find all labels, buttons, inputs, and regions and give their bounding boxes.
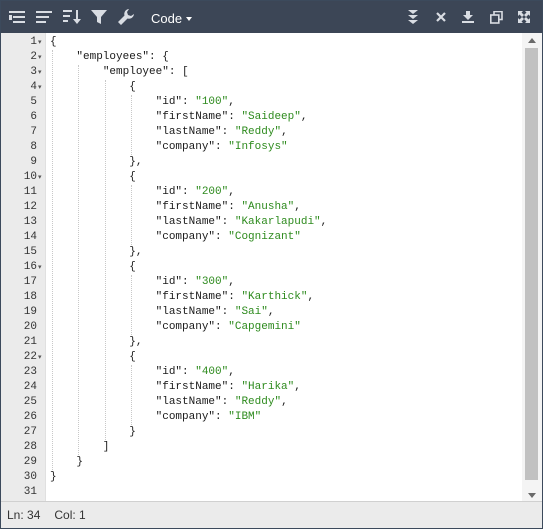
code-line: { (50, 351, 136, 363)
line-number: 7 (30, 126, 37, 138)
chevron-down-icon (186, 16, 193, 21)
code-line: "lastName": "Kakarlapudi", (155, 216, 328, 228)
fullscreen-icon[interactable] (513, 6, 535, 28)
line-number: 19 (23, 306, 37, 318)
scrollbar-thumb[interactable] (525, 48, 538, 480)
code-line: "firstName": "Karthick", (155, 291, 315, 303)
mode-dropdown[interactable]: Code (151, 9, 193, 27)
line-number: 9 (30, 156, 37, 168)
fold-toggle-icon[interactable]: ▾ (38, 170, 44, 185)
filter-icon[interactable] (88, 6, 110, 28)
scroll-down-button[interactable] (522, 488, 542, 502)
transform-icon[interactable] (402, 6, 424, 28)
code-line: "company": "Capgemini" (155, 321, 301, 333)
line-number: 11 (23, 186, 37, 198)
code-line: "firstName": "Saideep", (155, 111, 308, 123)
line-number: 17 (23, 276, 37, 288)
download-icon[interactable] (457, 6, 479, 28)
line-number: 29 (23, 456, 37, 468)
fold-toggle-icon[interactable]: ▾ (38, 260, 44, 275)
fold-toggle-icon[interactable]: ▾ (38, 50, 44, 65)
code-line: }, (50, 156, 143, 168)
code-line: "company": "Cognizant" (155, 231, 301, 243)
line-number: 24 (23, 381, 37, 393)
line-number: 10 (23, 171, 37, 183)
code-line: "employees": { (76, 51, 169, 63)
indent-guide (78, 65, 80, 455)
compact-icon[interactable] (34, 6, 56, 28)
toolbar: Code (1, 1, 542, 33)
code-line: { (50, 261, 136, 273)
code-line: { (50, 171, 136, 183)
code-line: "lastName": "Reddy", (155, 396, 288, 408)
line-number: 3 (30, 66, 37, 78)
code-line: "employee": [ (102, 66, 189, 78)
line-number: 18 (23, 291, 37, 303)
code-line: } (50, 426, 136, 438)
line-number: 1 (30, 36, 37, 48)
fold-toggle-icon[interactable]: ▾ (38, 80, 44, 95)
copy-icon[interactable] (485, 6, 507, 28)
format-icon[interactable] (7, 6, 29, 28)
line-number: 26 (23, 411, 37, 423)
code-line: }, (50, 246, 143, 258)
repair-icon[interactable] (115, 6, 137, 28)
line-number: 13 (23, 216, 37, 228)
line-number: 14 (23, 231, 37, 243)
sort-icon[interactable] (61, 6, 83, 28)
code-line: "company": "IBM" (155, 411, 262, 423)
line-number: 15 (23, 246, 37, 258)
code-line: { (50, 81, 136, 93)
indent-guide (131, 95, 133, 155)
line-number: 5 (30, 96, 37, 108)
indent-guide (104, 80, 106, 440)
code-line: "company": "Infosys" (155, 141, 288, 153)
line-number: 4 (30, 81, 37, 93)
indent-guide (52, 50, 53, 470)
line-number-gutter: 1 ▾ 2 ▾ 3 ▾ 4 ▾ 5 6 7 8 9 10 ▾ 11 12 13 14 15 16 ▾ 17 18 19 20 21 2… (1, 33, 46, 502)
clear-icon[interactable] (430, 6, 452, 28)
mode-label: Code (151, 10, 183, 26)
line-number: 2 (30, 51, 37, 63)
line-number: 31 (23, 486, 37, 498)
json-editor-window: Code 1 ▾ 2 ▾ 3 ▾ 4 ▾ 5 6 7 8 9 10 ▾ 11 12 13 14 15 16 ▾ 17 18 19… (0, 0, 543, 529)
indent-guide (131, 275, 133, 335)
line-number: 20 (23, 321, 37, 333)
arrow-down-icon (528, 492, 536, 498)
code-line: "lastName": "Sai", (155, 306, 275, 318)
code-editor[interactable]: 1 ▾ 2 ▾ 3 ▾ 4 ▾ 5 6 7 8 9 10 ▾ 11 12 13 14 15 16 ▾ 17 18 19 20 21 2… (1, 33, 542, 502)
line-number: 22 (23, 351, 37, 363)
indent-guide (131, 185, 133, 245)
code-line: } (50, 471, 57, 483)
scroll-up-button[interactable] (522, 33, 542, 47)
code-line: "lastName": "Reddy", (155, 126, 288, 138)
cursor-line: Ln: 34 (7, 508, 41, 522)
indent-guide (131, 365, 133, 425)
vertical-scrollbar[interactable] (522, 33, 542, 502)
arrow-up-icon (528, 37, 536, 43)
line-number: 21 (23, 336, 37, 348)
code-area[interactable]: { "employees": { "employee": [ { "id": "… (46, 33, 521, 502)
fold-toggle-icon[interactable]: ▾ (38, 350, 44, 365)
fold-toggle-icon[interactable]: ▾ (38, 65, 44, 80)
code-line: { (50, 36, 57, 48)
code-line: } (50, 456, 84, 468)
line-number: 30 (23, 471, 37, 483)
code-line: ] (50, 441, 110, 453)
fold-toggle-icon[interactable]: ▾ (38, 35, 44, 50)
line-number: 25 (23, 396, 37, 408)
line-number: 23 (23, 366, 37, 378)
line-number: 27 (23, 426, 37, 438)
status-bar: Ln: 34 Col: 1 (1, 501, 542, 528)
line-number: 28 (23, 441, 37, 453)
code-line: "firstName": "Harika", (155, 381, 301, 393)
line-number: 16 (23, 261, 37, 273)
line-number: 12 (23, 201, 37, 213)
line-number: 6 (30, 111, 37, 123)
line-number: 8 (30, 141, 37, 153)
code-line: "firstName": "Anusha", (155, 201, 301, 213)
code-line: }, (50, 336, 143, 348)
cursor-column: Col: 1 (54, 508, 86, 522)
